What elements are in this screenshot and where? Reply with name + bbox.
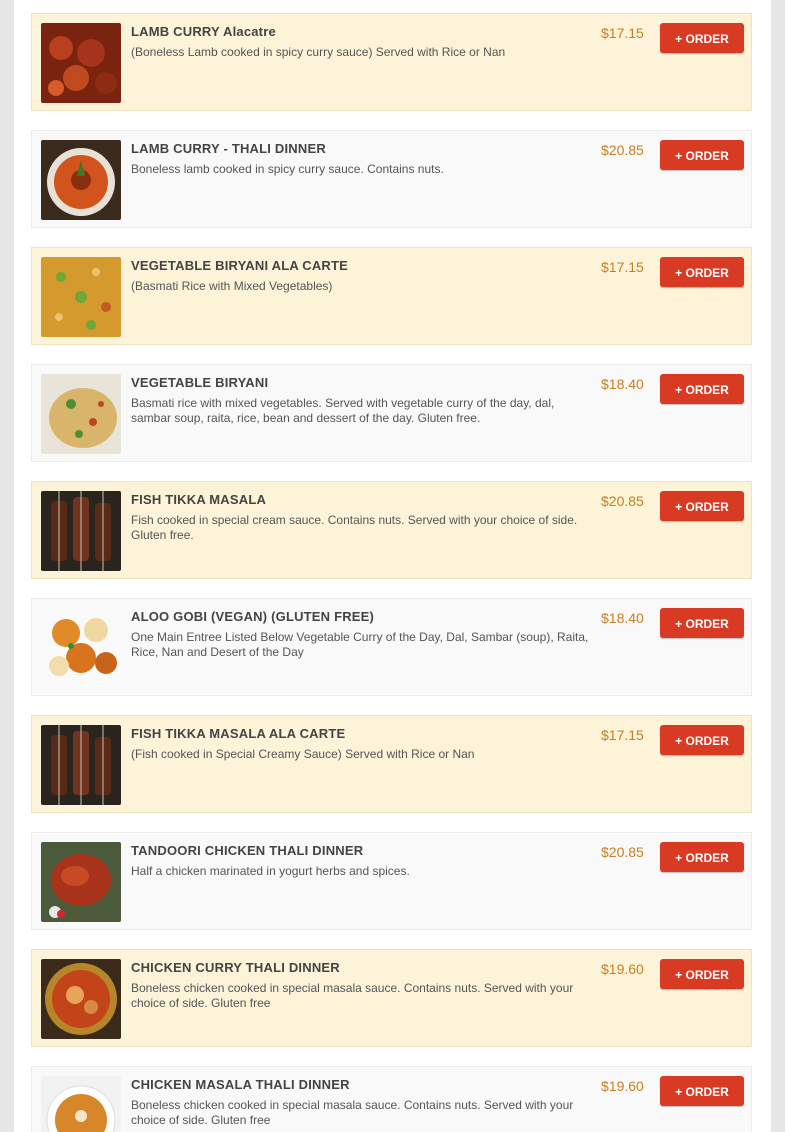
food-image-fish-tikka-masala[interactable] (41, 491, 121, 571)
item-price: $19.60 (601, 961, 644, 977)
item-description: (Fish cooked in Special Creamy Sauce) Se… (131, 747, 475, 761)
item-title: ALOO GOBI (VEGAN) (GLUTEN FREE) (131, 609, 375, 624)
order-button[interactable]: + ORDER (660, 725, 744, 755)
menu-item: CHICKEN CURRY THALI DINNER Boneless chic… (31, 949, 752, 1047)
item-price: $17.15 (601, 259, 644, 275)
order-button[interactable]: + ORDER (660, 257, 744, 287)
order-button[interactable]: + ORDER (660, 23, 744, 53)
food-image-chicken-masala[interactable] (41, 1076, 121, 1132)
item-description: Boneless lamb cooked in spicy curry sauc… (131, 162, 444, 176)
food-image-fish-tikka-masala-ala-carte[interactable] (41, 725, 121, 805)
item-price: $20.85 (601, 493, 644, 509)
order-button[interactable]: + ORDER (660, 608, 744, 638)
item-price: $18.40 (601, 610, 644, 626)
order-button[interactable]: + ORDER (660, 140, 744, 170)
menu-panel: LAMB CURRY Alacatre (Boneless Lamb cooke… (14, 0, 771, 1132)
item-price: $18.40 (601, 376, 644, 392)
food-image-aloo-gobi[interactable] (41, 608, 121, 688)
item-title: CHICKEN MASALA THALI DINNER (131, 1077, 350, 1092)
item-price: $20.85 (601, 844, 644, 860)
menu-item: TANDOORI CHICKEN THALI DINNER Half a chi… (31, 832, 752, 930)
food-image-chicken-curry[interactable] (41, 959, 121, 1039)
item-title: TANDOORI CHICKEN THALI DINNER (131, 843, 364, 858)
item-title: FISH TIKKA MASALA (131, 492, 267, 507)
item-description: Half a chicken marinated in yogurt herbs… (131, 864, 410, 878)
item-description: Fish cooked in special cream sauce. Cont… (131, 513, 578, 542)
food-image-lamb-curry-thali[interactable] (41, 140, 121, 220)
food-image-tandoori-chicken[interactable] (41, 842, 121, 922)
order-button[interactable]: + ORDER (660, 959, 744, 989)
item-title: VEGETABLE BIRYANI (131, 375, 269, 390)
section-heading-cutoff (14, 0, 771, 4)
order-button[interactable]: + ORDER (660, 491, 744, 521)
item-price: $17.15 (601, 25, 644, 41)
item-title: LAMB CURRY Alacatre (131, 24, 276, 39)
menu-item: LAMB CURRY - THALI DINNER Boneless lamb … (31, 130, 752, 228)
menu-item: VEGETABLE BIRYANI Basmati rice with mixe… (31, 364, 752, 462)
item-description: Boneless chicken cooked in special masal… (131, 981, 574, 1010)
item-price: $17.15 (601, 727, 644, 743)
food-image-vegetable-biryani-ala-carte[interactable] (41, 257, 121, 337)
item-description: (Boneless Lamb cooked in spicy curry sau… (131, 45, 506, 59)
item-description: Basmati rice with mixed vegetables. Serv… (131, 396, 555, 425)
item-price: $19.60 (601, 1078, 644, 1094)
food-image-lamb-curry[interactable] (41, 23, 121, 103)
item-title: CHICKEN CURRY THALI DINNER (131, 960, 340, 975)
menu-item: FISH TIKKA MASALA ALA CARTE (Fish cooked… (31, 715, 752, 813)
item-price: $20.85 (601, 142, 644, 158)
menu-item: CHICKEN MASALA THALI DINNER Boneless chi… (31, 1066, 752, 1132)
menu-item: VEGETABLE BIRYANI ALA CARTE (Basmati Ric… (31, 247, 752, 345)
item-description: Boneless chicken cooked in special masal… (131, 1098, 574, 1127)
item-title: FISH TIKKA MASALA ALA CARTE (131, 726, 346, 741)
menu-item: FISH TIKKA MASALA Fish cooked in special… (31, 481, 752, 579)
food-image-vegetable-biryani[interactable] (41, 374, 121, 454)
item-title: VEGETABLE BIRYANI ALA CARTE (131, 258, 349, 273)
menu-item: LAMB CURRY Alacatre (Boneless Lamb cooke… (31, 13, 752, 111)
order-button[interactable]: + ORDER (660, 1076, 744, 1106)
order-button[interactable]: + ORDER (660, 842, 744, 872)
menu-item: ALOO GOBI (VEGAN) (GLUTEN FREE) One Main… (31, 598, 752, 696)
order-button[interactable]: + ORDER (660, 374, 744, 404)
item-title: LAMB CURRY - THALI DINNER (131, 141, 326, 156)
item-description: One Main Entree Listed Below Vegetable C… (131, 630, 589, 659)
item-description: (Basmati Rice with Mixed Vegetables) (131, 279, 333, 293)
